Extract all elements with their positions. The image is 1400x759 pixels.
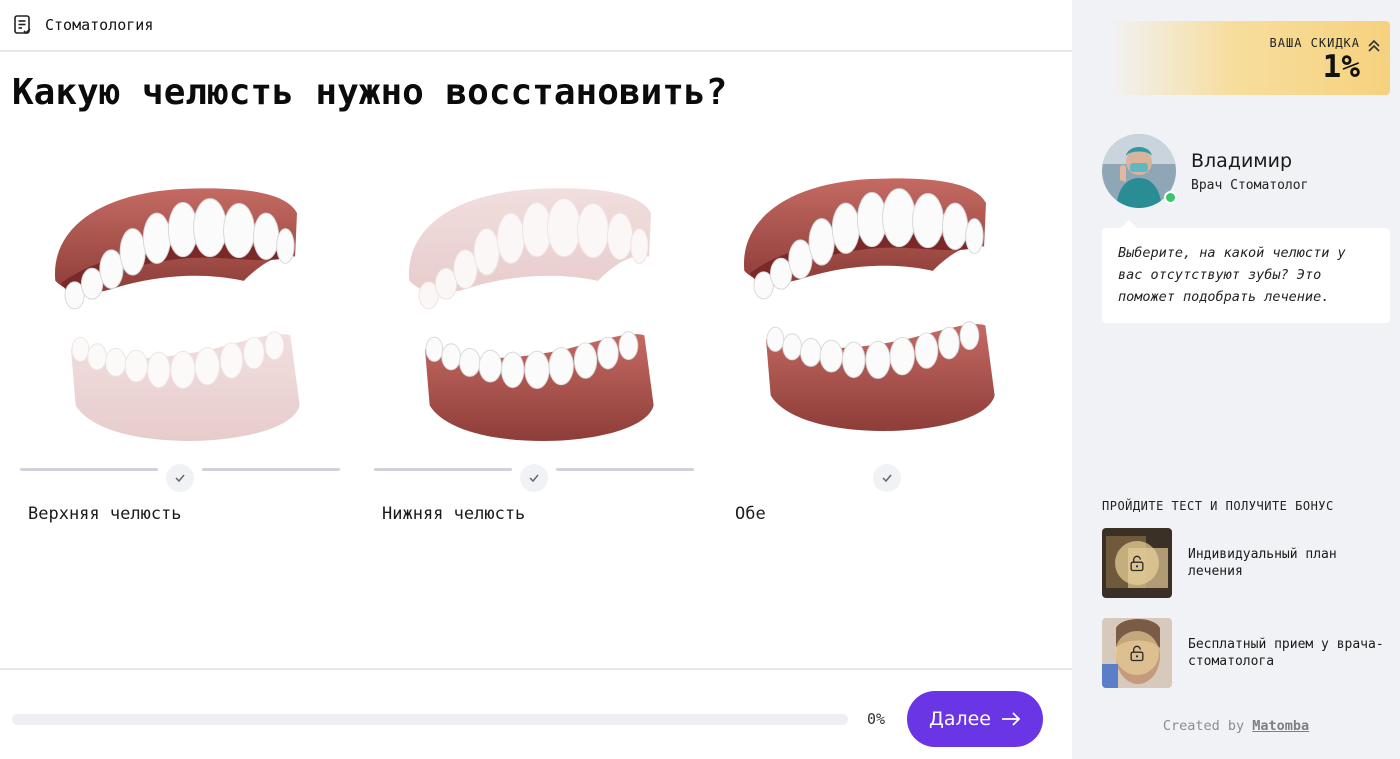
checkbox[interactable] (166, 464, 194, 492)
checkmark-icon (882, 474, 892, 483)
created-by-link[interactable]: Matomba (1252, 718, 1309, 734)
question-title: Какую челюсть нужно восстановить? (12, 72, 728, 113)
divider-line (20, 468, 158, 471)
option-label: Верхняя челюсть (28, 504, 182, 524)
upper-jaw-image (18, 152, 344, 472)
option-lower-jaw[interactable]: Нижняя челюсть (372, 152, 698, 532)
bonus-thumbnail (1102, 618, 1172, 688)
quiz-title: Стоматология (45, 16, 154, 34)
chevron-up-double-icon[interactable] (1367, 39, 1381, 53)
arrow-right-icon (1002, 712, 1021, 726)
online-status-dot (1164, 191, 1177, 204)
both-jaws-image (725, 152, 1051, 472)
option-upper-jaw[interactable]: Верхняя челюсть (18, 152, 344, 532)
progress-bar (12, 714, 848, 725)
expert-message: Выберите, на какой челюсти у вас отсутст… (1102, 228, 1390, 323)
bonus-item-treatment-plan: Индивидуальный план лечения (1102, 528, 1392, 600)
checkbox[interactable] (873, 464, 901, 492)
expert-role: Врач Стоматолог (1191, 178, 1309, 193)
divider-line (374, 468, 512, 471)
option-both-jaws[interactable]: Обе (725, 152, 1051, 532)
checkmark-icon (529, 474, 539, 483)
lower-jaw-image (372, 152, 698, 472)
quiz-header: Стоматология (0, 0, 1072, 52)
created-by: Created by Matomba (1072, 718, 1400, 734)
checkbox[interactable] (520, 464, 548, 492)
option-label: Нижняя челюсть (382, 504, 526, 524)
expert-avatar (1102, 134, 1177, 208)
bonus-thumbnail (1102, 528, 1172, 598)
next-button-label: Далее (928, 708, 991, 730)
discount-badge[interactable]: ВАША СКИДКА 1% (1108, 21, 1390, 95)
progress-percent: 0% (867, 710, 886, 728)
divider-line (556, 468, 694, 471)
bonus-text: Индивидуальный план лечения (1188, 547, 1337, 579)
bonus-item-free-appointment: Бесплатный прием у врача-стоматолога (1102, 618, 1392, 690)
divider-line (202, 468, 340, 471)
sidebar: ВАША СКИДКА 1% Владимир Врач Стоматолог … (1072, 0, 1400, 759)
next-button[interactable]: Далее (907, 691, 1043, 747)
discount-label: ВАША СКИДКА (1269, 36, 1360, 50)
created-by-prefix: Created by (1162, 718, 1245, 734)
document-list-icon (14, 15, 31, 35)
checkmark-icon (175, 474, 185, 483)
bonus-title: ПРОЙДИТЕ ТЕСТ И ПОЛУЧИТЕ БОНУС (1102, 499, 1334, 513)
expert-name: Владимир (1191, 150, 1293, 172)
option-label: Обе (735, 504, 766, 524)
discount-value: 1% (1322, 49, 1360, 85)
bonus-text: Бесплатный прием у врача-стоматолога (1188, 637, 1384, 669)
quiz-footer: 0% Далее (0, 668, 1072, 759)
